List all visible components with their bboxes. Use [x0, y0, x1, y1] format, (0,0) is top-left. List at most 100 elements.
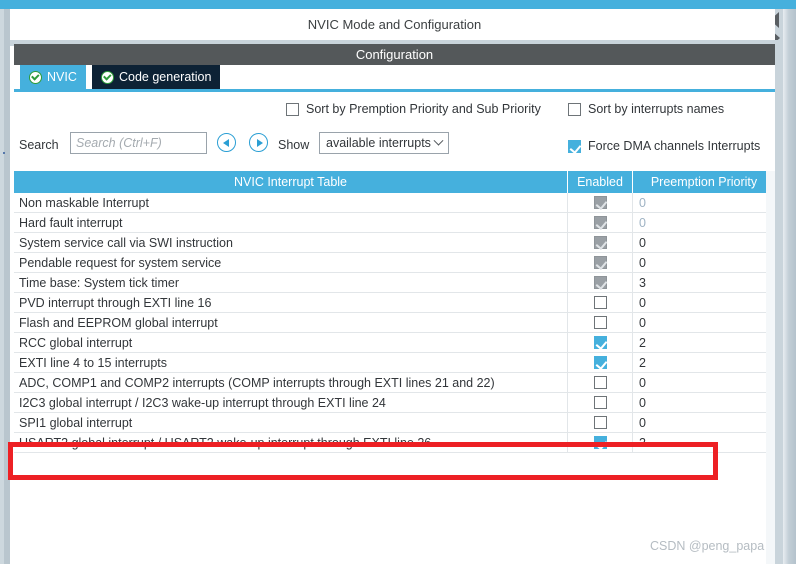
tab-strip: NVIC Code generation: [14, 65, 775, 92]
enabled-cell[interactable]: [568, 333, 633, 352]
column-header-name[interactable]: NVIC Interrupt Table: [14, 171, 568, 193]
preemption-priority-cell[interactable]: 0: [633, 253, 775, 272]
table-row[interactable]: EXTI line 4 to 15 interrupts 2: [14, 353, 775, 373]
checkbox-sort-interrupt-names[interactable]: Sort by interrupts names: [568, 102, 724, 116]
interrupt-name-cell: USART2 global interrupt / USART2 wake-up…: [14, 433, 568, 452]
checkbox-box[interactable]: [286, 102, 299, 116]
enabled-cell[interactable]: [568, 293, 633, 312]
preemption-priority-cell[interactable]: 0: [633, 233, 775, 252]
enabled-cell[interactable]: [568, 373, 633, 392]
watermark: CSDN @peng_papa: [650, 539, 765, 553]
top-accent-bar: [0, 0, 796, 9]
interrupt-name-cell: SPI1 global interrupt: [14, 413, 568, 432]
chevron-down-icon: [433, 135, 444, 146]
enabled-cell[interactable]: [568, 413, 633, 432]
configuration-header: Configuration: [14, 44, 775, 65]
preemption-priority-cell[interactable]: 0: [633, 213, 775, 232]
interrupt-name-cell: PVD interrupt through EXTI line 16: [14, 293, 568, 312]
table-row[interactable]: RCC global interrupt 2: [14, 333, 775, 353]
nvic-configuration-window: NVIC Mode and Configuration Configuratio…: [0, 0, 796, 564]
table-row[interactable]: ADC, COMP1 and COMP2 interrupts (COMP in…: [14, 373, 775, 393]
enabled-checkbox[interactable]: [593, 396, 607, 409]
enabled-checkbox: [593, 196, 607, 209]
tab-nvic-label: NVIC: [47, 70, 77, 84]
table-row[interactable]: Hard fault interrupt 0: [14, 213, 775, 233]
preemption-priority-cell[interactable]: 0: [633, 193, 775, 212]
checkbox-sort-premption-priority[interactable]: Sort by Premption Priority and Sub Prior…: [286, 102, 541, 116]
table-row[interactable]: PVD interrupt through EXTI line 16 0: [14, 293, 775, 313]
table-row[interactable]: SPI1 global interrupt 0: [14, 413, 775, 433]
enabled-checkbox[interactable]: [593, 376, 607, 389]
table-row[interactable]: I2C3 global interrupt / I2C3 wake-up int…: [14, 393, 775, 413]
interrupt-name-cell: EXTI line 4 to 15 interrupts: [14, 353, 568, 372]
interrupt-name-cell: Time base: System tick timer: [14, 273, 568, 292]
checkbox-sort-premption-priority-label: Sort by Premption Priority and Sub Prior…: [306, 102, 541, 116]
table-row[interactable]: Flash and EEPROM global interrupt 0: [14, 313, 775, 333]
preemption-priority-cell[interactable]: 2: [633, 353, 775, 372]
preemption-priority-cell[interactable]: 2: [633, 433, 775, 452]
enabled-cell[interactable]: [568, 393, 633, 412]
chevron-left-circle-icon: [222, 138, 229, 147]
tab-code-generation-label: Code generation: [119, 70, 212, 84]
enabled-checkbox[interactable]: [593, 416, 607, 429]
search-input[interactable]: [70, 132, 207, 154]
preemption-priority-cell[interactable]: 3: [633, 273, 775, 292]
checkbox-box[interactable]: [568, 139, 581, 153]
enabled-cell[interactable]: [568, 353, 633, 372]
table-row[interactable]: Time base: System tick timer 3: [14, 273, 775, 293]
show-filter-value: available interrupts: [326, 136, 431, 150]
interrupt-name-cell: Non maskable Interrupt: [14, 193, 568, 212]
page-title: NVIC Mode and Configuration: [14, 9, 775, 40]
enabled-cell[interactable]: [568, 233, 633, 252]
table-row[interactable]: Pendable request for system service 0: [14, 253, 775, 273]
interrupt-name-cell: System service call via SWI instruction: [14, 233, 568, 252]
enabled-checkbox: [593, 236, 607, 249]
table-body: Non maskable Interrupt 0 Hard fault interr…: [14, 193, 775, 453]
interrupt-name-cell: RCC global interrupt: [14, 333, 568, 352]
enabled-checkbox: [593, 256, 607, 269]
preemption-priority-cell[interactable]: 0: [633, 413, 775, 432]
enabled-cell[interactable]: [568, 193, 633, 212]
right-gutter[interactable]: [783, 9, 796, 564]
checkbox-force-dma-interrupts[interactable]: Force DMA channels Interrupts: [568, 139, 760, 153]
enabled-cell[interactable]: [568, 273, 633, 292]
enabled-checkbox: [593, 276, 607, 289]
preemption-priority-cell[interactable]: 0: [633, 313, 775, 332]
table-vertical-scrollbar[interactable]: [766, 171, 775, 564]
preemption-priority-cell[interactable]: 0: [633, 373, 775, 392]
enabled-checkbox[interactable]: [593, 436, 607, 449]
search-prev-button[interactable]: [217, 133, 236, 152]
table-header-row: NVIC Interrupt Table Enabled Preemption …: [14, 171, 775, 193]
search-next-button[interactable]: [249, 133, 268, 152]
preemption-priority-cell[interactable]: 0: [633, 393, 775, 412]
enabled-checkbox[interactable]: [593, 356, 607, 369]
tab-code-generation[interactable]: Code generation: [92, 65, 221, 89]
table-row[interactable]: System service call via SWI instruction 0: [14, 233, 775, 253]
show-filter-dropdown[interactable]: available interrupts: [319, 132, 449, 154]
checkbox-box[interactable]: [568, 102, 581, 116]
interrupt-name-cell: Flash and EEPROM global interrupt: [14, 313, 568, 332]
column-header-preemption-priority[interactable]: Preemption Priority: [633, 171, 775, 193]
right-gutter-strip: [775, 9, 783, 564]
preemption-priority-cell[interactable]: 2: [633, 333, 775, 352]
enabled-checkbox: [593, 216, 607, 229]
interrupt-name-cell: I2C3 global interrupt / I2C3 wake-up int…: [14, 393, 568, 412]
enabled-cell[interactable]: [568, 433, 633, 452]
enabled-checkbox[interactable]: [593, 316, 607, 329]
preemption-priority-cell[interactable]: 0: [633, 293, 775, 312]
checkbox-force-dma-interrupts-label: Force DMA channels Interrupts: [588, 139, 761, 153]
enabled-checkbox[interactable]: [593, 296, 607, 309]
gutter-marker-dot: [3, 152, 5, 154]
enabled-cell[interactable]: [568, 313, 633, 332]
enabled-cell[interactable]: [568, 213, 633, 232]
tab-nvic[interactable]: NVIC: [20, 65, 86, 89]
enabled-checkbox[interactable]: [593, 336, 607, 349]
search-label: Search: [19, 138, 59, 152]
check-circle-icon: [29, 70, 42, 84]
interrupt-name-cell: Pendable request for system service: [14, 253, 568, 272]
column-header-enabled[interactable]: Enabled: [568, 171, 633, 193]
table-row[interactable]: USART2 global interrupt / USART2 wake-up…: [14, 433, 775, 453]
table-row[interactable]: Non maskable Interrupt 0: [14, 193, 775, 213]
interrupt-name-cell: Hard fault interrupt: [14, 213, 568, 232]
enabled-cell[interactable]: [568, 253, 633, 272]
